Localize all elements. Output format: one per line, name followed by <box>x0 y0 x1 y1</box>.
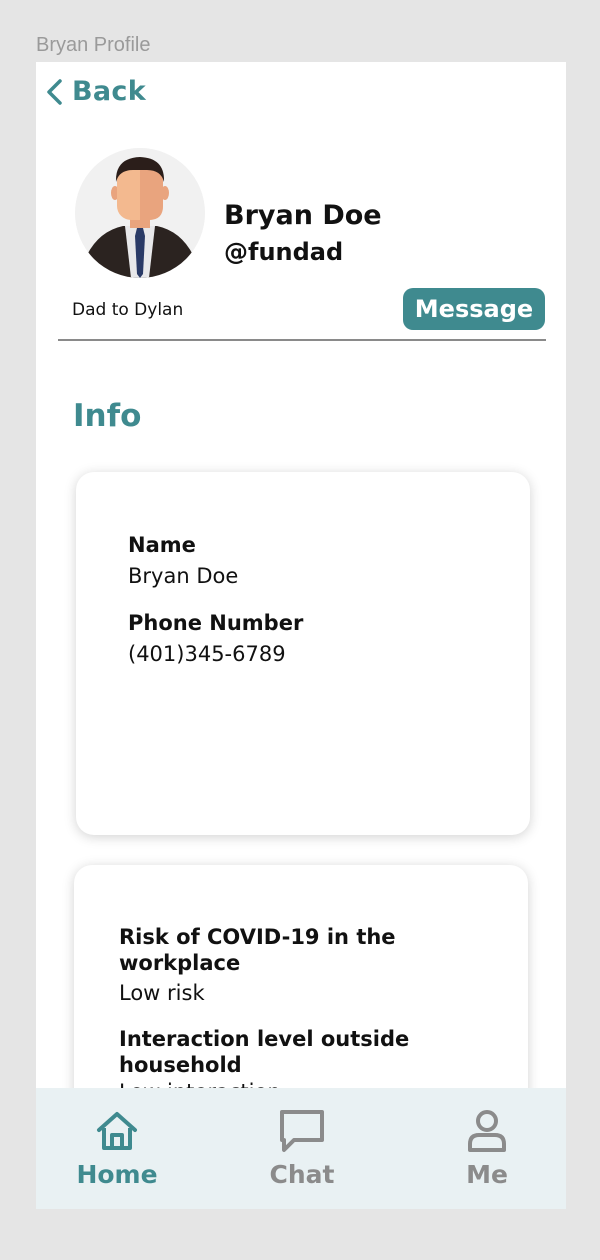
bottom-tab-bar: Home Chat Me <box>36 1088 566 1209</box>
risk-label-line1: Risk of COVID-19 in the <box>119 925 396 949</box>
tab-chat[interactable]: Chat <box>242 1108 362 1189</box>
interaction-label-line1: Interaction level outside <box>119 1027 410 1051</box>
profile-screen: Back Bryan Doe @fundad Dad to Dylan Mess… <box>36 62 566 1209</box>
back-label: Back <box>72 76 146 107</box>
profile-bio: Dad to Dylan <box>72 300 184 320</box>
phone-value: (401)345-6789 <box>128 642 286 666</box>
risk-value: Low risk <box>119 981 205 1005</box>
divider <box>58 339 546 341</box>
info-card-contact: Name Bryan Doe Phone Number (401)345-678… <box>76 472 530 835</box>
tab-home-label: Home <box>76 1160 158 1189</box>
person-icon <box>468 1110 506 1152</box>
tab-me-label: Me <box>466 1160 508 1189</box>
home-icon <box>97 1112 137 1150</box>
chevron-left-icon <box>47 78 62 105</box>
tab-home[interactable]: Home <box>57 1108 177 1189</box>
info-section-title: Info <box>73 398 142 434</box>
avatar <box>75 148 205 278</box>
tab-me[interactable]: Me <box>427 1108 547 1189</box>
name-label: Name <box>128 533 196 557</box>
phone-label: Phone Number <box>128 611 304 635</box>
chat-icon <box>280 1110 324 1152</box>
interaction-label-line2: household <box>119 1053 242 1077</box>
message-button[interactable]: Message <box>403 288 545 330</box>
frame-title: Bryan Profile <box>36 34 151 56</box>
risk-label-line2: workplace <box>119 951 241 975</box>
back-button[interactable]: Back <box>44 76 146 107</box>
name-value: Bryan Doe <box>128 564 239 588</box>
profile-handle: @fundad <box>224 238 344 266</box>
profile-name: Bryan Doe <box>224 200 382 231</box>
tab-chat-label: Chat <box>269 1160 335 1189</box>
